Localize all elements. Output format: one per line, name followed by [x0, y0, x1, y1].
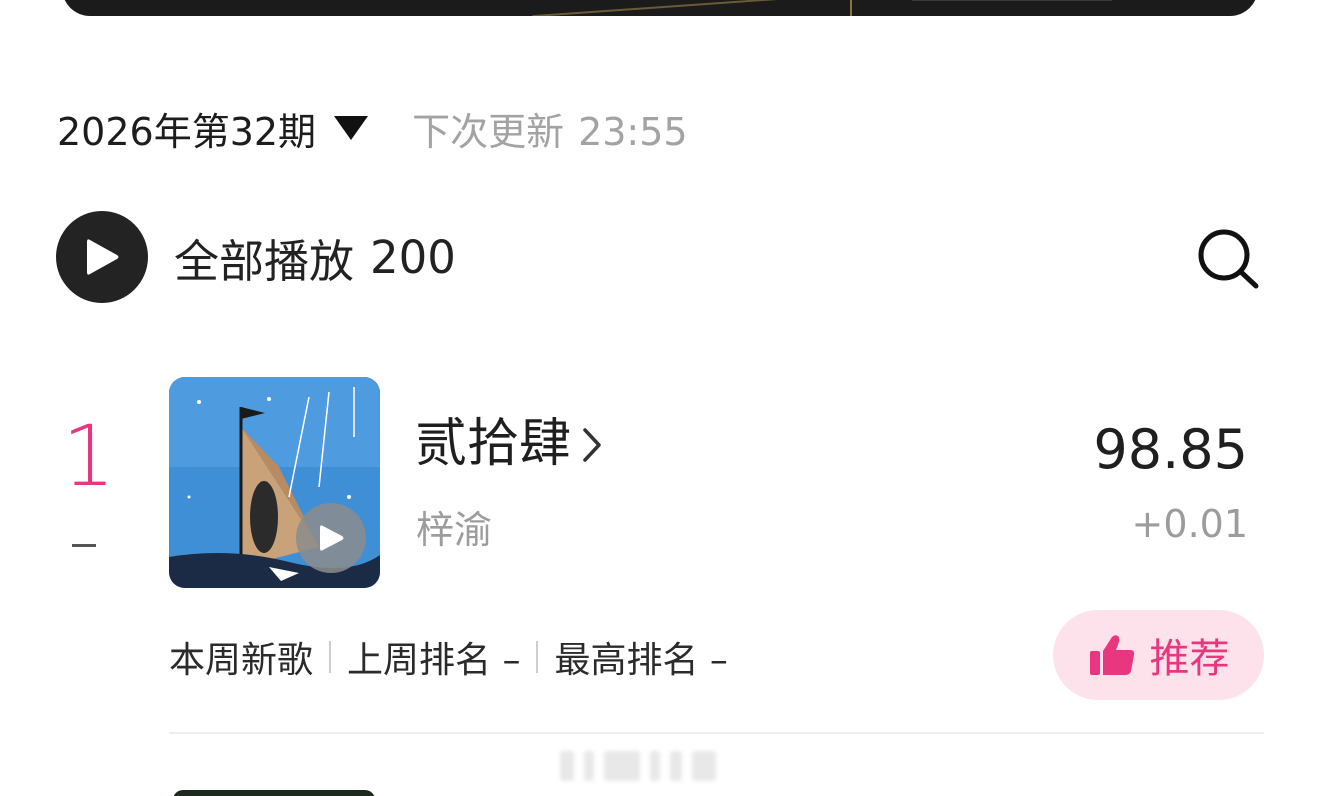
separator — [329, 641, 332, 673]
play-all-button[interactable] — [56, 211, 148, 303]
loading-placeholder — [560, 748, 760, 784]
play-all-label[interactable]: 全部播放 — [174, 225, 354, 290]
song-title[interactable]: 贰拾肆 — [415, 415, 571, 473]
issue-row: 2026年第32期 下次更新 23:55 — [57, 100, 688, 156]
next-update-label: 下次更新 — [412, 109, 565, 154]
next-update-time: 23:55 — [578, 109, 688, 154]
banner-decoration — [850, 0, 852, 16]
ranking-meta: 本周新歌 上周排名 – 最高排名 – — [169, 632, 728, 682]
last-week-rank: 上周排名 – — [347, 640, 521, 681]
song-title-link[interactable]: 贰拾肆 — [415, 415, 603, 473]
search-icon — [1198, 229, 1259, 289]
play-all-row[interactable]: 全部播放 200 — [56, 210, 456, 304]
rank-number: 1 — [62, 407, 116, 505]
caret-down-icon[interactable] — [334, 116, 369, 140]
recommend-label[interactable]: 推荐 — [1150, 626, 1230, 684]
play-all-count: 200 — [370, 230, 456, 284]
album-cover[interactable] — [173, 790, 375, 796]
recommend-button[interactable]: 推荐 — [1053, 610, 1264, 700]
separator — [536, 641, 539, 673]
play-icon — [87, 239, 119, 275]
thumbs-up-icon — [1089, 635, 1134, 675]
play-icon — [320, 525, 344, 551]
issue-selector[interactable]: 2026年第32期 — [57, 101, 316, 156]
banner-decoration — [912, 0, 1112, 1]
search-button[interactable] — [1194, 226, 1262, 292]
banner-decoration — [532, 0, 852, 16]
rank-change-indicator — [72, 544, 96, 547]
peak-rank: 最高排名 – — [554, 640, 728, 681]
artist-name[interactable]: 梓渝 — [416, 499, 492, 554]
new-song-tag: 本周新歌 — [169, 640, 314, 681]
album-cover[interactable] — [169, 377, 380, 588]
score-delta: +0.01 — [1131, 502, 1248, 546]
score-value: 98.85 — [1093, 418, 1248, 481]
cover-play-button[interactable] — [296, 503, 366, 573]
chart-page: 2026年第32期 下次更新 23:55 全部播放 200 1 贰拾肆 梓渝 9… — [0, 0, 1320, 796]
next-update: 下次更新 23:55 — [412, 101, 688, 156]
chevron-right-icon — [583, 427, 601, 462]
list-divider — [169, 732, 1264, 734]
top-banner[interactable] — [62, 0, 1258, 16]
